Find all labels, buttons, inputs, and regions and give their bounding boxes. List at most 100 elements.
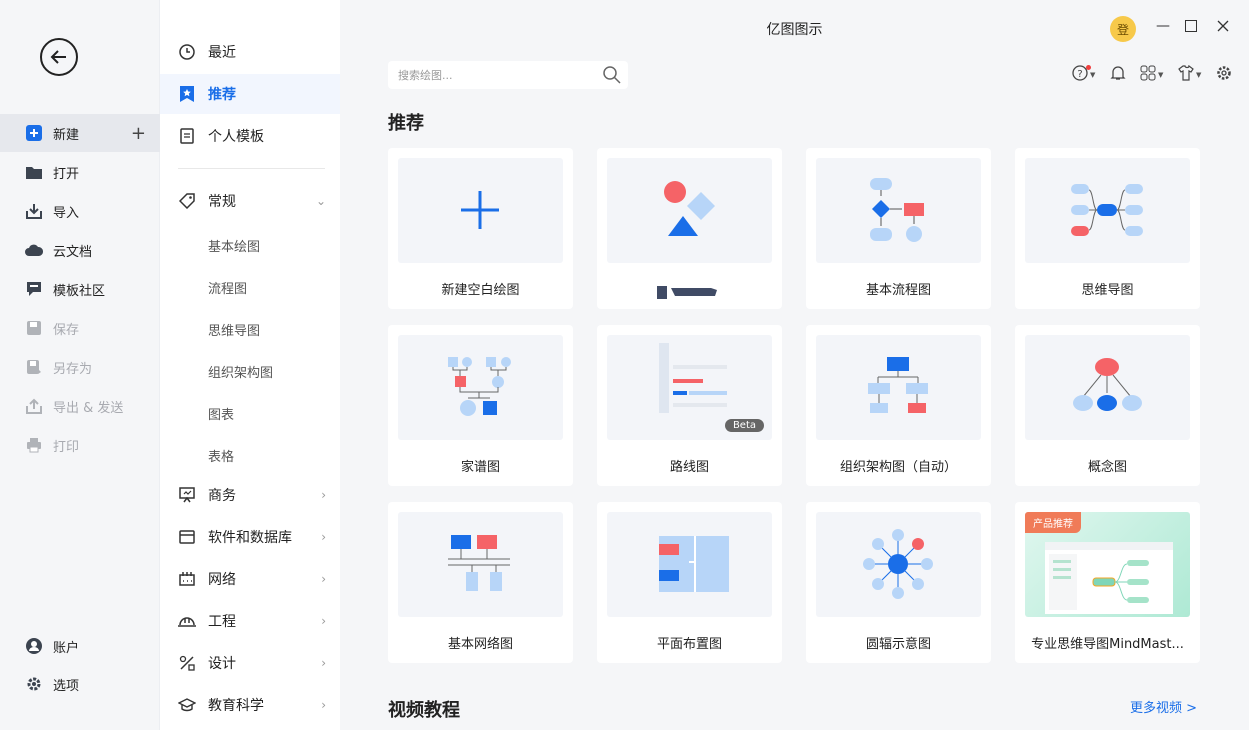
sub-mindmap[interactable]: 思维导图 (208, 320, 260, 339)
shapes-icon (664, 181, 715, 236)
card-label: 专业思维导图MindMast... (1031, 637, 1184, 652)
avatar[interactable]: 登 (1110, 16, 1136, 42)
card-thumbnail (607, 158, 772, 263)
template-card-concept-map[interactable]: 概念图 (1015, 325, 1200, 486)
divider (178, 168, 325, 169)
left-nav: 新建 + 打开 导入 云文档 模板社区 保存 另存为 导出 & 发送 打印 账户… (0, 0, 160, 730)
org-chart-icon (868, 357, 928, 413)
more-videos-link[interactable]: 更多视频 > (1130, 697, 1197, 716)
nav-cloud[interactable]: 云文档 (0, 231, 160, 269)
sub-flowchart[interactable]: 流程图 (208, 278, 247, 297)
chevron-down-icon: ⌄ (315, 194, 326, 208)
help-button[interactable]: ? ▼ (1072, 65, 1100, 84)
notification-button[interactable] (1110, 66, 1130, 84)
community-icon (25, 280, 43, 298)
category-education-label: 教育科学 (208, 698, 264, 714)
plus-icon (461, 191, 499, 229)
cloud-icon (25, 241, 43, 259)
network-icon (178, 570, 196, 588)
export-icon (25, 397, 43, 415)
category-personal-templates[interactable]: 个人模板 (160, 116, 340, 156)
apps-button[interactable]: ▼ (1140, 65, 1168, 84)
nav-open-label: 打开 (53, 166, 80, 182)
minimize-button[interactable]: — (1156, 18, 1170, 34)
nav-options-label: 选项 (53, 678, 80, 694)
template-card-family-tree[interactable]: 家谱图 (388, 325, 573, 486)
caret-down-icon: ▼ (1158, 71, 1164, 79)
category-software-db-label: 软件和数据库 (208, 530, 292, 546)
radial-diagram-icon (863, 529, 933, 599)
category-education[interactable]: 教育科学 › (160, 685, 340, 725)
maximize-button[interactable] (1185, 20, 1197, 36)
network-diagram-icon (448, 535, 510, 591)
card-thumbnail (816, 158, 981, 263)
nav-account[interactable]: 账户 (0, 627, 160, 665)
category-general[interactable]: 常规 ⌄ (160, 181, 340, 221)
template-card-basic-shapes[interactable] (597, 148, 782, 309)
close-button[interactable] (1217, 20, 1229, 36)
card-label: 平面布置图 (656, 637, 722, 652)
template-card-mindmaster-promo[interactable]: 产品推荐 专业思维导图MindMast... (1015, 502, 1200, 663)
sub-basic-drawing[interactable]: 基本绘图 (208, 236, 260, 255)
sub-table[interactable]: 表格 (208, 446, 234, 465)
template-card-roadmap[interactable]: Beta 路线图 (597, 325, 782, 486)
card-thumbnail (1025, 158, 1190, 263)
family-tree-icon (448, 357, 511, 416)
nav-export: 导出 & 发送 (0, 387, 160, 425)
chevron-right-icon: › (321, 488, 326, 502)
nav-import-label: 导入 (53, 205, 80, 221)
clock-icon (178, 43, 196, 61)
nav-open[interactable]: 打开 (0, 153, 160, 191)
category-engineering-label: 工程 (208, 614, 236, 630)
sub-chart[interactable]: 图表 (208, 404, 234, 423)
promo-tag: 产品推荐 (1025, 512, 1081, 533)
back-button[interactable] (40, 38, 78, 76)
nav-import[interactable]: 导入 (0, 192, 160, 230)
category-recommend[interactable]: 推荐 (160, 74, 340, 114)
card-thumbnail (816, 512, 981, 617)
nav-export-label: 导出 & 发送 (53, 400, 124, 416)
category-nav: 最近 推荐 个人模板 常规 ⌄ 基本绘图 流程图 思维导图 组织架构图 图表 表… (160, 0, 340, 730)
category-recent[interactable]: 最近 (160, 32, 340, 72)
card-label: 路线图 (669, 460, 709, 475)
nav-options[interactable]: 选项 (0, 665, 160, 703)
notification-dot (1086, 65, 1091, 70)
account-icon (25, 637, 43, 655)
search-input[interactable] (388, 61, 588, 89)
category-software-db[interactable]: 软件和数据库 › (160, 517, 340, 557)
category-network[interactable]: 网络 › (160, 559, 340, 599)
import-icon (25, 202, 43, 220)
theme-button[interactable]: ▼ (1178, 64, 1206, 84)
card-thumbnail (816, 335, 981, 440)
nav-new[interactable]: 新建 + (0, 114, 160, 152)
category-design[interactable]: 设计 › (160, 643, 340, 683)
template-card-blank[interactable]: 新建空白绘图 (388, 148, 573, 309)
sub-org-chart[interactable]: 组织架构图 (208, 362, 273, 381)
category-business[interactable]: 商务 › (160, 475, 340, 515)
category-engineering[interactable]: 工程 › (160, 601, 340, 641)
template-card-floor-plan[interactable]: 平面布置图 (597, 502, 782, 663)
search-icon[interactable] (602, 65, 622, 89)
template-card-basic-flowchart[interactable]: 基本流程图 (806, 148, 991, 309)
redacted-mark (657, 286, 717, 299)
template-card-basic-network[interactable]: 基本网络图 (388, 502, 573, 663)
template-card-org-chart-auto[interactable]: 组织架构图（自动） (806, 325, 991, 486)
nav-print: 打印 (0, 426, 160, 464)
document-icon (178, 127, 196, 145)
search-box (388, 61, 628, 89)
nav-community[interactable]: 模板社区 (0, 270, 160, 308)
design-tools-icon (178, 654, 196, 672)
chevron-right-icon: › (321, 572, 326, 586)
add-icon[interactable]: + (131, 123, 146, 144)
toolbar: ? ▼ ▼ ▼ (1072, 64, 1234, 84)
card-label: 家谱图 (460, 460, 500, 475)
template-card-radial-diagram[interactable]: 圆辐示意图 (806, 502, 991, 663)
save-icon (25, 319, 43, 337)
save-as-icon (25, 358, 43, 376)
svg-text:?: ? (1077, 69, 1082, 80)
category-personal-templates-label: 个人模板 (208, 129, 264, 145)
settings-button[interactable] (1216, 66, 1234, 84)
new-plus-icon (25, 124, 43, 142)
nav-new-label: 新建 (53, 127, 80, 143)
template-card-mindmap[interactable]: 思维导图 (1015, 148, 1200, 309)
